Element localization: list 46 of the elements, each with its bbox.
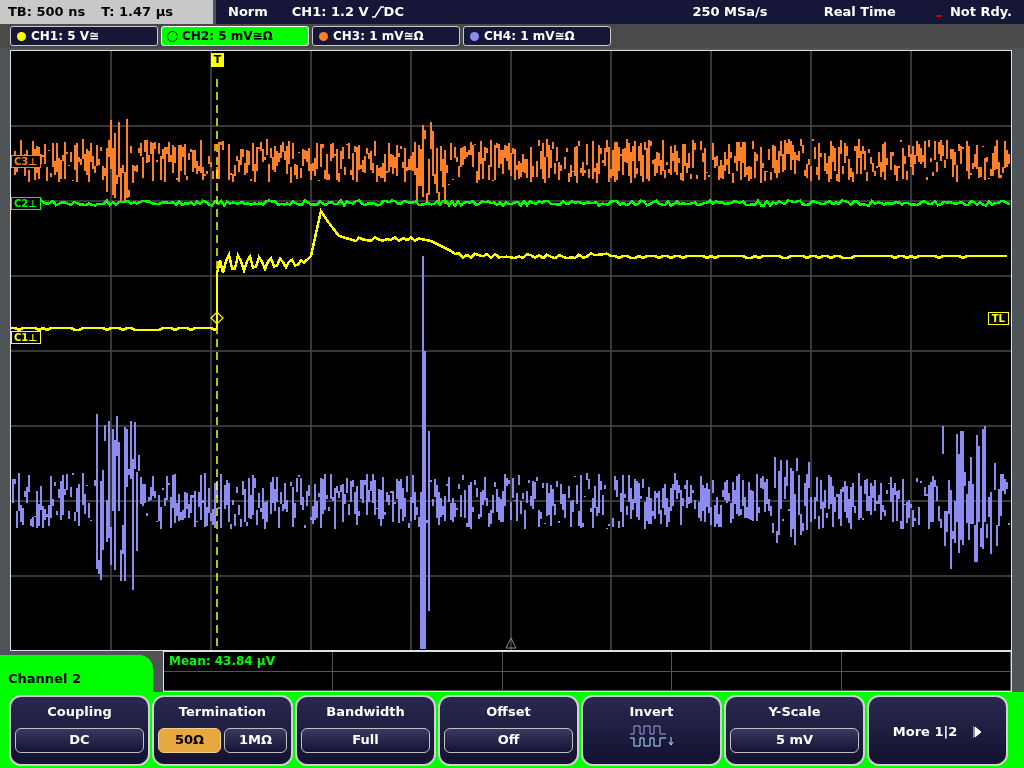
waveform-display[interactable]: T TL C3⊥ C2⊥ C1⊥ (10, 50, 1012, 651)
trigger-mode-text: Norm (228, 3, 268, 22)
softkey-option[interactable]: 5 mV (730, 727, 859, 753)
softkey-option[interactable]: Off (444, 727, 573, 753)
softkey-label: Bandwidth (326, 703, 405, 721)
trigger-coupling-text: DC (383, 3, 404, 22)
softkey-label: Coupling (47, 703, 112, 721)
trigger-source-text: CH1: 1.2 V (291, 3, 369, 22)
channel-tab[interactable]: CH3: 1 mV≅Ω (312, 26, 460, 46)
softkey-option[interactable]: DC (15, 727, 144, 753)
trigger-time-text: T: 1.47 µs (101, 3, 173, 22)
softkey[interactable]: More 1|2 (867, 695, 1008, 766)
channel-tab[interactable]: CH2: 5 mV≅Ω (161, 26, 309, 46)
channel-marker[interactable]: C1⊥ (11, 331, 42, 344)
trigger-level-marker[interactable]: TL (987, 312, 1009, 325)
trigger-marker[interactable]: T (211, 53, 224, 67)
softkey-label: Invert (629, 703, 674, 721)
softkey-option[interactable]: 1MΩ (224, 727, 287, 753)
invert-waveform-icon (629, 724, 674, 747)
trigger-level-icon (210, 311, 224, 325)
timebase-panel[interactable]: TB: 500 ns T: 1.47 µs (0, 0, 213, 24)
rising-edge-icon (371, 6, 384, 18)
mean-measurement-text: Mean: 43.84 µV (169, 653, 275, 670)
sample-rate-text: 250 MSa/s (692, 3, 768, 22)
softkey[interactable]: Invert (581, 695, 722, 766)
acquisition-text: Real Time (823, 3, 896, 22)
status-indicator-icon (935, 15, 942, 17)
softkey[interactable]: Termination 50Ω 1MΩ (152, 695, 293, 766)
channel-tab[interactable]: CH1: 5 V≅ (10, 26, 158, 46)
channel-tab[interactable]: CH4: 1 mV≅Ω (463, 26, 611, 46)
softkey-label: Termination (178, 703, 267, 721)
softkey[interactable]: Bandwidth Full (295, 695, 436, 766)
softkey-option[interactable]: Full (301, 727, 430, 753)
next-page-icon (973, 725, 983, 738)
more-label: More 1|2 (892, 722, 958, 741)
softkey[interactable]: Y-Scale 5 mV (724, 695, 865, 766)
timebase-text: TB: 500 ns (8, 3, 86, 22)
softkey-label: Offset (486, 703, 531, 721)
channel-marker[interactable]: C2⊥ (11, 197, 42, 210)
acquisition-state-text: Not Rdy. (949, 3, 1012, 22)
position-marker-icon (505, 637, 517, 649)
softkey[interactable]: Offset Off (438, 695, 579, 766)
channel-marker[interactable]: C3⊥ (11, 155, 42, 168)
softkey-label: Y-Scale (768, 703, 821, 721)
softkey[interactable]: Coupling DC (9, 695, 150, 766)
softkey-option[interactable]: 50Ω (158, 727, 221, 753)
